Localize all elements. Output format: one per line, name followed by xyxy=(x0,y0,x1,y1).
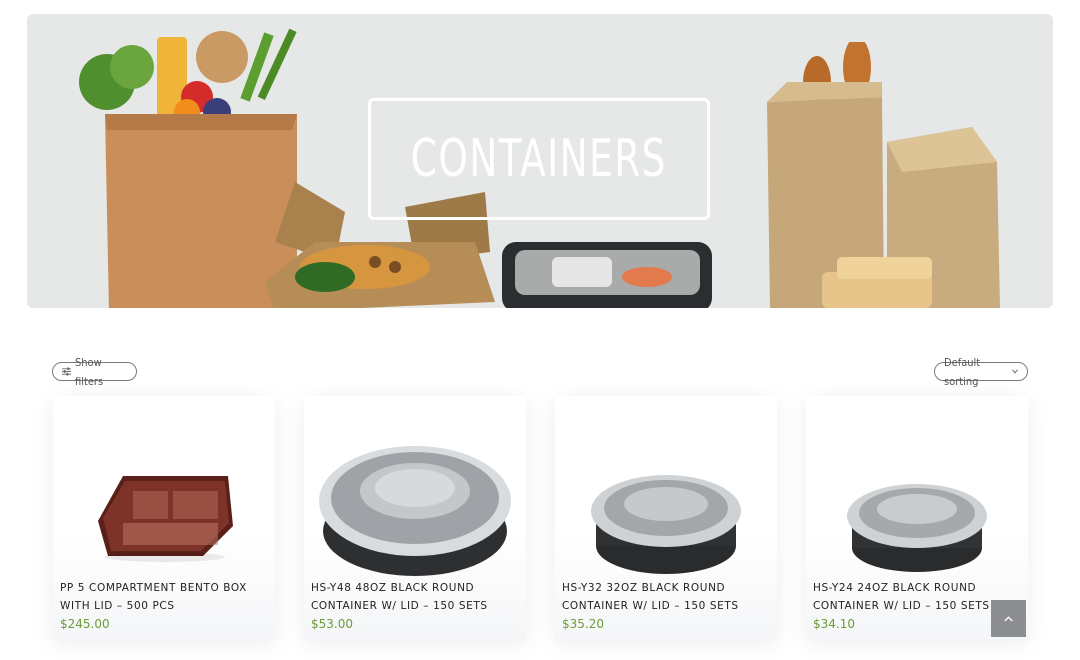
back-to-top-button[interactable] xyxy=(991,600,1026,637)
sliders-icon xyxy=(62,367,71,376)
show-filters-label: Show filters xyxy=(74,355,104,388)
product-price: $53.00 xyxy=(311,617,353,631)
product-card[interactable]: PP 5 COMPARTMENT BENTO BOX WITH LID – 50… xyxy=(53,396,275,640)
product-price: $245.00 xyxy=(60,617,110,631)
product-image-bento-box xyxy=(98,476,233,562)
chevron-down-icon xyxy=(1012,369,1018,374)
show-filters-button[interactable]: Show filters xyxy=(52,356,137,388)
sorting-label: Default sorting xyxy=(944,355,981,388)
product-image-round-container-32oz xyxy=(591,475,741,574)
product-price: $35.20 xyxy=(562,617,604,631)
product-name[interactable]: HS-Y48 48OZ BLACK ROUND CONTAINER W/ LID… xyxy=(311,579,521,615)
product-image-round-container-48oz xyxy=(319,446,511,576)
product-card[interactable]: HS-Y48 48OZ BLACK ROUND CONTAINER W/ LID… xyxy=(304,396,526,640)
product-image-round-container-24oz xyxy=(847,484,987,572)
product-name[interactable]: HS-Y32 32OZ BLACK ROUND CONTAINER W/ LID… xyxy=(562,579,772,615)
product-card[interactable]: HS-Y32 32OZ BLACK ROUND CONTAINER W/ LID… xyxy=(555,396,777,640)
paper-bags-image xyxy=(767,42,1000,308)
page-title: CONTAINERS xyxy=(410,129,668,189)
product-price: $34.10 xyxy=(813,617,855,631)
hero-banner: CONTAINERS xyxy=(27,14,1053,308)
hero-title-frame: CONTAINERS xyxy=(368,98,710,220)
chevron-up-icon xyxy=(1004,615,1013,621)
product-name[interactable]: PP 5 COMPARTMENT BENTO BOX WITH LID – 50… xyxy=(60,579,270,615)
tray-container-image xyxy=(502,242,712,308)
sorting-dropdown[interactable]: Default sorting xyxy=(934,356,1028,388)
